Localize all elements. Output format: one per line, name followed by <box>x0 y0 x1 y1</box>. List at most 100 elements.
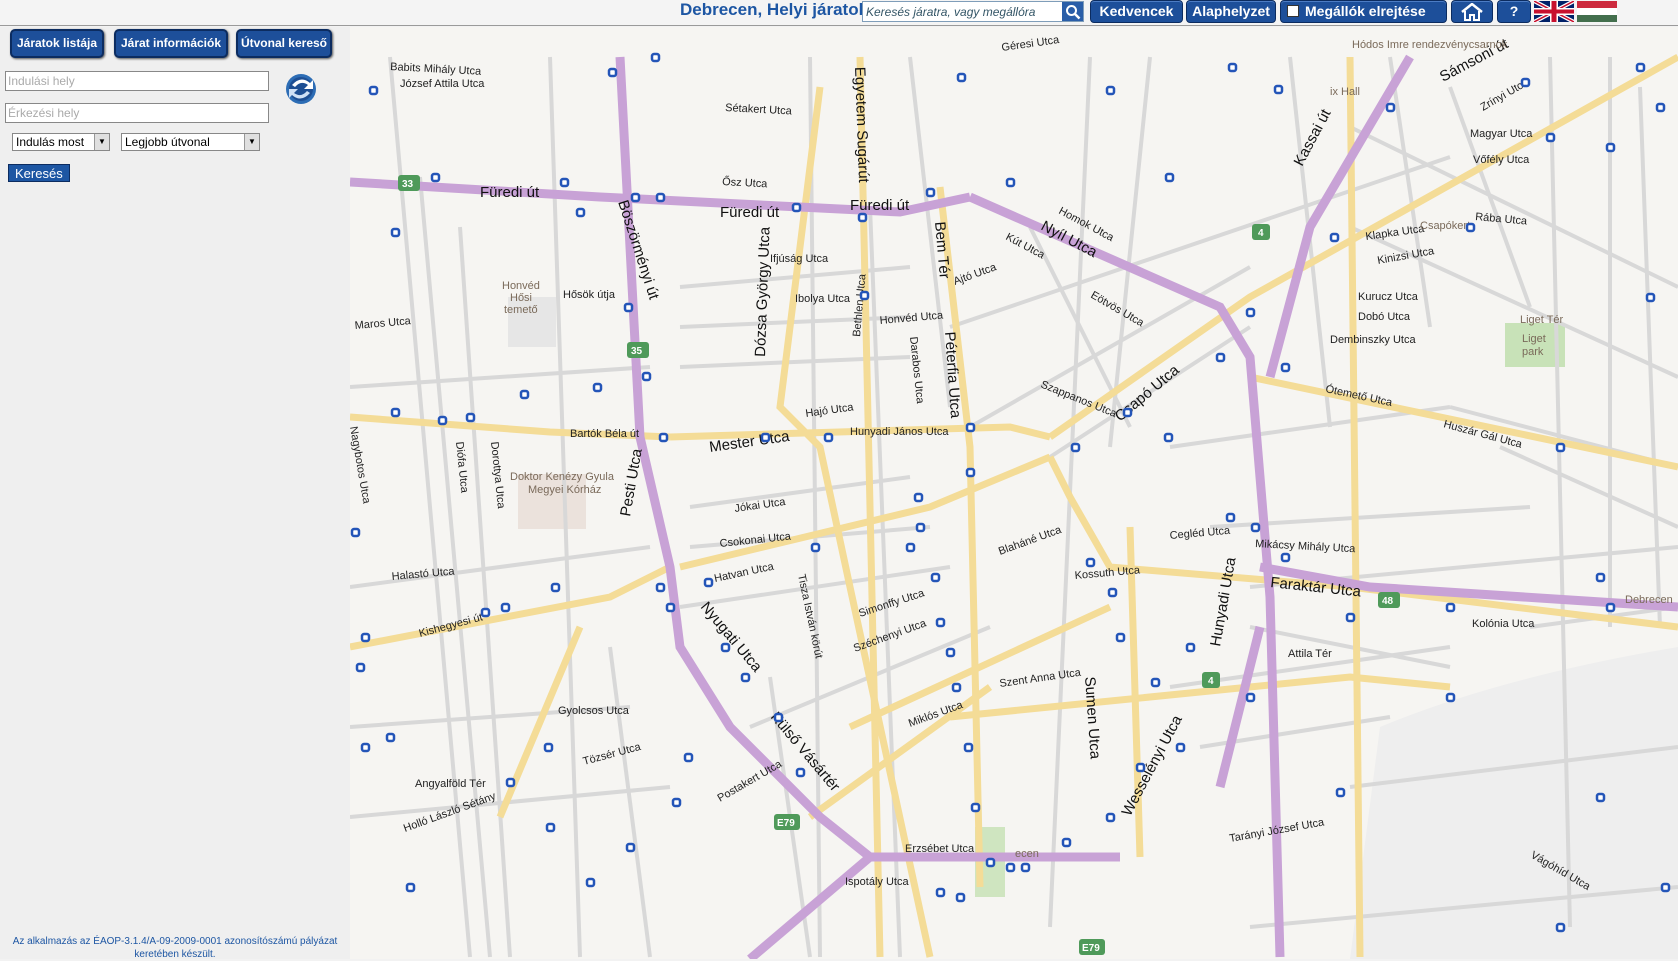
bus-stop-marker[interactable] <box>740 672 751 683</box>
bus-stop-marker[interactable] <box>810 542 821 553</box>
bus-stop-marker[interactable] <box>1061 837 1072 848</box>
bus-stop-marker[interactable] <box>575 207 586 218</box>
bus-stop-marker[interactable] <box>1335 787 1346 798</box>
bus-stop-marker[interactable] <box>1329 232 1340 243</box>
bus-stop-marker[interactable] <box>585 877 596 888</box>
tab-route-info[interactable]: Járat információk <box>114 29 228 58</box>
hungarian-flag-icon[interactable] <box>1577 1 1617 22</box>
bus-stop-marker[interactable] <box>1164 172 1175 183</box>
bus-stop-marker[interactable] <box>951 682 962 693</box>
bus-stop-marker[interactable] <box>823 432 834 443</box>
bus-stop-marker[interactable] <box>543 742 554 753</box>
bus-stop-marker[interactable] <box>655 582 666 593</box>
bus-stop-marker[interactable] <box>1245 692 1256 703</box>
bus-stop-marker[interactable] <box>1555 922 1566 933</box>
bus-stop-marker[interactable] <box>955 892 966 903</box>
bus-stop-marker[interactable] <box>1070 442 1081 453</box>
bus-stop-marker[interactable] <box>630 192 641 203</box>
bus-stop-marker[interactable] <box>1345 612 1356 623</box>
bus-stop-marker[interactable] <box>773 712 784 723</box>
bus-stop-marker[interactable] <box>1115 632 1126 643</box>
stop-search-input[interactable] <box>863 2 1061 21</box>
bus-stop-marker[interactable] <box>625 842 636 853</box>
bus-stop-marker[interactable] <box>795 767 806 778</box>
bus-stop-marker[interactable] <box>1135 762 1146 773</box>
bus-stop-marker[interactable] <box>1445 602 1456 613</box>
bus-stop-marker[interactable] <box>925 187 936 198</box>
bus-stop-marker[interactable] <box>385 732 396 743</box>
bus-stop-marker[interactable] <box>592 382 603 393</box>
bus-stop-marker[interactable] <box>970 802 981 813</box>
hide-stops-checkbox[interactable] <box>1287 5 1299 17</box>
bus-stop-marker[interactable] <box>965 467 976 478</box>
bus-stop-marker[interactable] <box>963 742 974 753</box>
bus-stop-marker[interactable] <box>500 602 511 613</box>
bus-stop-marker[interactable] <box>1605 602 1616 613</box>
bus-stop-marker[interactable] <box>913 492 924 503</box>
bus-stop-marker[interactable] <box>915 522 926 533</box>
bus-stop-marker[interactable] <box>360 632 371 643</box>
bus-stop-marker[interactable] <box>623 302 634 313</box>
english-flag-icon[interactable] <box>1534 1 1574 22</box>
bus-stop-marker[interactable] <box>1020 862 1031 873</box>
hide-stops-toggle[interactable]: Megállók elrejtése <box>1280 0 1447 23</box>
bus-stop-marker[interactable] <box>1175 742 1186 753</box>
route-search-button[interactable]: Keresés <box>8 164 70 182</box>
swap-direction-icon[interactable] <box>282 71 320 107</box>
bus-stop-marker[interactable] <box>1163 432 1174 443</box>
bus-stop-marker[interactable] <box>935 617 946 628</box>
bus-stop-marker[interactable] <box>671 797 682 808</box>
home-button[interactable] <box>1451 0 1493 23</box>
bus-stop-marker[interactable] <box>655 192 666 203</box>
bus-stop-marker[interactable] <box>559 177 570 188</box>
departure-time-select[interactable]: Indulás most ▼ <box>12 133 110 151</box>
bus-stop-marker[interactable] <box>857 212 868 223</box>
bus-stop-marker[interactable] <box>355 662 366 673</box>
bus-stop-marker[interactable] <box>1595 792 1606 803</box>
bus-stop-marker[interactable] <box>665 602 676 613</box>
bus-stop-marker[interactable] <box>1250 522 1261 533</box>
bus-stop-marker[interactable] <box>1385 102 1396 113</box>
bus-stop-marker[interactable] <box>985 857 996 868</box>
bus-stop-marker[interactable] <box>965 422 976 433</box>
bus-stop-marker[interactable] <box>1107 587 1118 598</box>
bus-stop-marker[interactable] <box>1105 812 1116 823</box>
reset-button[interactable]: Alaphelyzet <box>1186 0 1276 23</box>
bus-stop-marker[interactable] <box>1085 557 1096 568</box>
map-canvas[interactable]: Füredi út Füredi út Füredi út Böszörmény… <box>350 27 1678 959</box>
bus-stop-marker[interactable] <box>545 822 556 833</box>
bus-stop-marker[interactable] <box>505 777 516 788</box>
bus-stop-marker[interactable] <box>720 642 731 653</box>
bus-stop-marker[interactable] <box>905 542 916 553</box>
tab-route-planner[interactable]: Útvonal kereső <box>236 29 332 58</box>
bus-stop-marker[interactable] <box>1635 62 1646 73</box>
bus-stop-marker[interactable] <box>1445 692 1456 703</box>
bus-stop-marker[interactable] <box>360 742 371 753</box>
bus-stop-marker[interactable] <box>1605 142 1616 153</box>
bus-stop-marker[interactable] <box>1520 77 1531 88</box>
bus-stop-marker[interactable] <box>519 389 530 400</box>
bus-stop-marker[interactable] <box>405 882 416 893</box>
bus-stop-marker[interactable] <box>1105 85 1116 96</box>
bus-stop-marker[interactable] <box>1280 552 1291 563</box>
bus-stop-marker[interactable] <box>650 52 661 63</box>
favorites-button[interactable]: Kedvencek <box>1090 0 1183 23</box>
bus-stop-marker[interactable] <box>1215 352 1226 363</box>
bus-stop-marker[interactable] <box>1245 307 1256 318</box>
bus-stop-marker[interactable] <box>430 172 441 183</box>
bus-stop-marker[interactable] <box>465 412 476 423</box>
bus-stop-marker[interactable] <box>1555 442 1566 453</box>
route-type-select[interactable]: Legjobb útvonal ▼ <box>121 133 260 151</box>
bus-stop-marker[interactable] <box>703 577 714 588</box>
bus-stop-marker[interactable] <box>1150 677 1161 688</box>
bus-stop-marker[interactable] <box>368 85 379 96</box>
bus-stop-marker[interactable] <box>1655 102 1666 113</box>
bus-stop-marker[interactable] <box>791 202 802 213</box>
stop-search-box[interactable] <box>862 1 1084 22</box>
help-button[interactable]: ? <box>1497 0 1531 23</box>
search-button[interactable] <box>1062 2 1083 21</box>
bus-stop-marker[interactable] <box>1465 222 1476 233</box>
bus-stop-marker[interactable] <box>1227 62 1238 73</box>
bus-stop-marker[interactable] <box>1660 882 1671 893</box>
bus-stop-marker[interactable] <box>1545 132 1556 143</box>
